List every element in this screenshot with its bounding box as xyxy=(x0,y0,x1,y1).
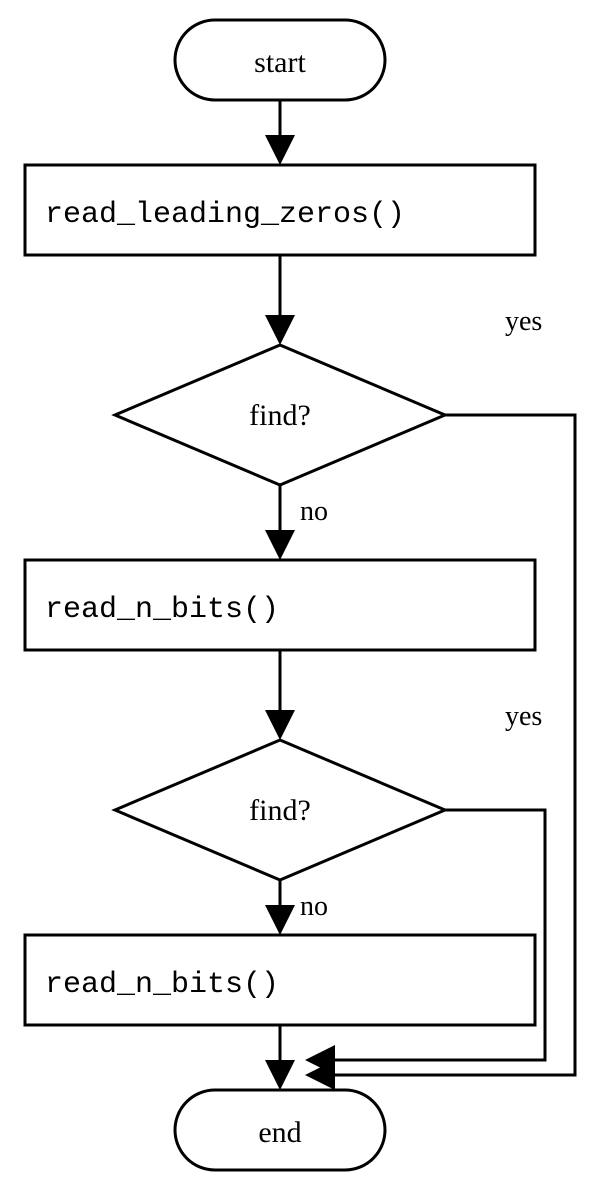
flowchart: start read_leading_zeros() find? yes no … xyxy=(0,0,599,1177)
edge-label-no-2: no xyxy=(300,891,328,922)
process-read-n-bits-2: read_n_bits() xyxy=(25,935,535,1025)
end-node: end xyxy=(175,1090,385,1170)
process-read-n-bits-2-label: read_n_bits() xyxy=(45,968,279,1002)
start-label: start xyxy=(254,46,306,79)
decision-find-2: find? xyxy=(115,740,445,880)
edge-label-yes-1: yes xyxy=(505,306,542,337)
start-node: start xyxy=(175,20,385,100)
decision-find-1: find? xyxy=(115,345,445,485)
process-read-leading-zeros-label: read_leading_zeros() xyxy=(45,198,405,232)
decision-find-1-label: find? xyxy=(249,399,311,432)
edge-label-yes-2: yes xyxy=(505,701,542,732)
process-read-n-bits-1-label: read_n_bits() xyxy=(45,593,279,627)
process-read-leading-zeros: read_leading_zeros() xyxy=(25,165,535,255)
process-read-n-bits-1: read_n_bits() xyxy=(25,560,535,650)
edge-label-no-1: no xyxy=(300,496,328,527)
end-label: end xyxy=(258,1116,301,1149)
decision-find-2-label: find? xyxy=(249,794,311,827)
